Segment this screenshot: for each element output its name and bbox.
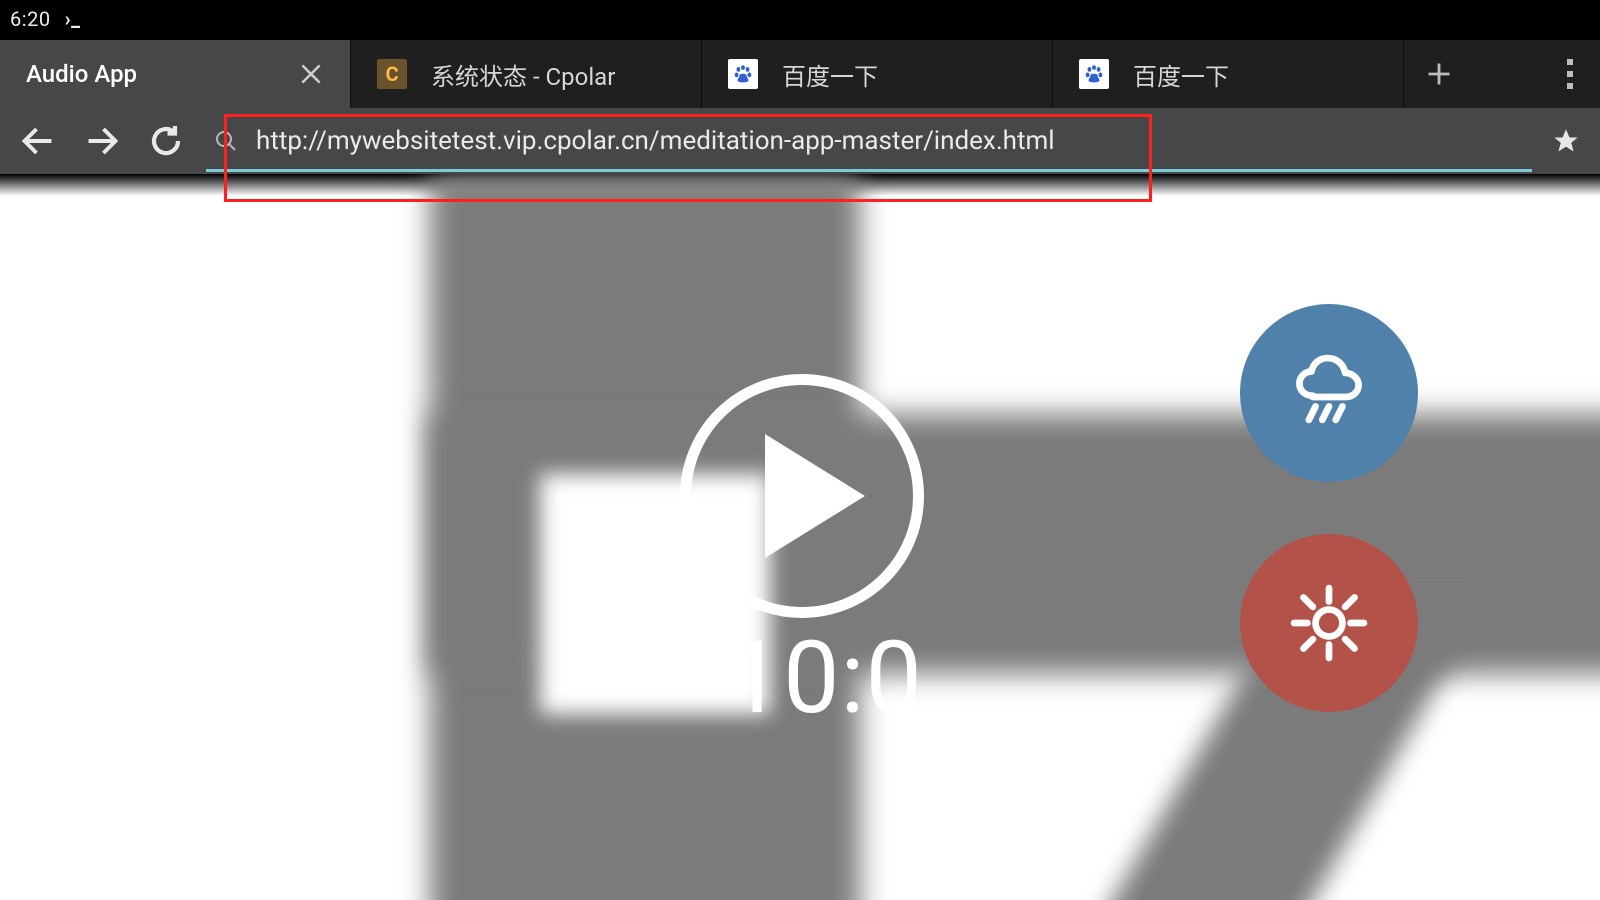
timer-display: 10:0 [726,620,923,737]
back-button[interactable] [6,113,70,169]
omnibox-focus-underline [206,169,1532,172]
tab-baidu-2[interactable]: 百度一下 [1053,40,1403,108]
baidu-favicon-icon [728,59,758,89]
forward-button[interactable] [70,113,134,169]
omnibox[interactable] [206,115,1532,167]
rain-sound-button[interactable] [1240,304,1418,482]
tab-title: Audio App [26,60,288,88]
cpolar-favicon-icon: C [377,59,407,89]
sun-icon [1286,580,1372,666]
tab-title: 百度一下 [782,57,1026,92]
close-icon[interactable] [298,61,324,87]
tab-title: 百度一下 [1133,57,1377,92]
search-icon [214,129,238,153]
status-time: 6:20 [10,7,51,31]
toolbar [0,108,1600,174]
tab-cpolar[interactable]: C 系统状态 - Cpolar [351,40,701,108]
status-bar: 6:20 ›_ [0,0,1600,38]
url-input[interactable] [206,115,1532,167]
new-tab-button[interactable] [1404,40,1474,108]
baidu-favicon-icon [1079,59,1109,89]
sunny-sound-button[interactable] [1240,534,1418,712]
bookmark-button[interactable] [1546,121,1586,161]
overflow-menu-button[interactable] [1540,40,1600,108]
tab-strip: Audio App C 系统状态 - Cpolar 百度一下 百度一下 [0,38,1600,108]
play-button[interactable] [680,374,924,618]
status-prompt-icon: ›_ [65,7,81,31]
tab-baidu-1[interactable]: 百度一下 [702,40,1052,108]
tab-title: 系统状态 - Cpolar [431,57,675,92]
page-viewport: 10:0 [0,174,1600,900]
play-icon [765,434,865,558]
tab-audio-app[interactable]: Audio App [0,40,350,108]
refresh-button[interactable] [134,113,198,169]
rain-cloud-icon [1286,350,1372,436]
